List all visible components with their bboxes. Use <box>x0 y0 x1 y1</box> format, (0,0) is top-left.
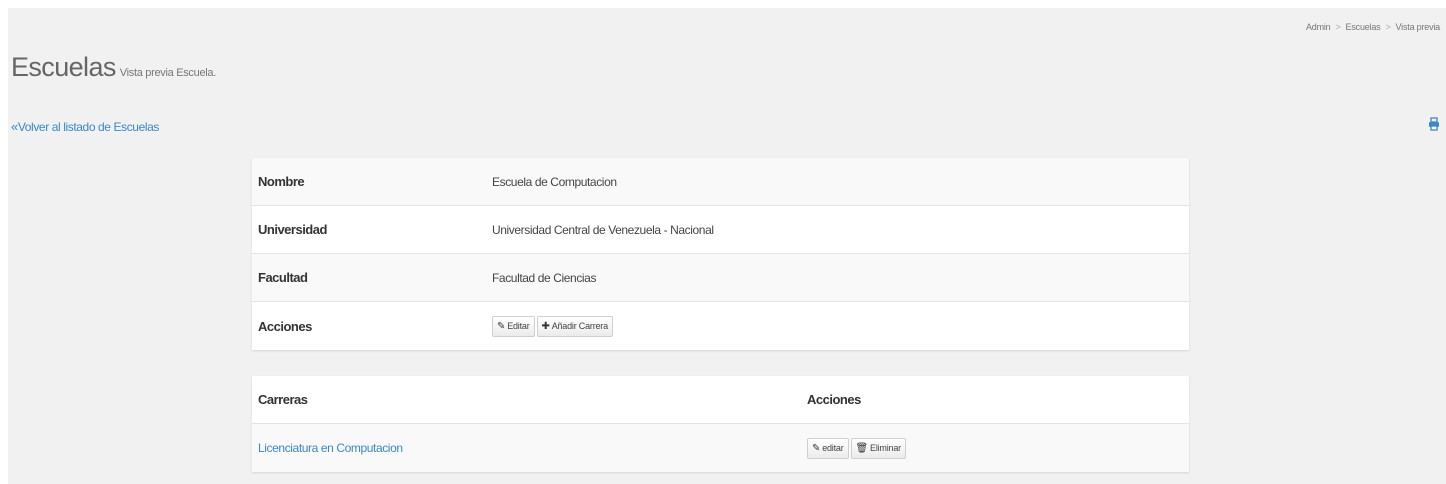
edit-button-label: Editar <box>507 321 530 331</box>
breadcrumb-admin[interactable]: Admin <box>1306 22 1331 32</box>
detail-row-facultad: Facultad Facultad de Ciencias <box>252 254 1189 302</box>
plus-icon: ✚ <box>541 320 550 332</box>
add-career-button-label: Añadir Carrera <box>551 321 608 331</box>
delete-career-button[interactable]: 🗑 Eliminar <box>850 437 906 459</box>
detail-row-universidad: Universidad Universidad Central de Venez… <box>252 206 1189 254</box>
back-link-label: Volver al listado de Escuelas <box>17 120 160 134</box>
career-actions: ✎ editar 🗑 Eliminar <box>807 437 908 459</box>
print-icon[interactable] <box>1428 117 1440 131</box>
detail-label: Universidad <box>258 222 327 237</box>
career-cell: Licenciatura en Computacion <box>252 439 807 457</box>
table-row: Licenciatura en Computacion ✎ editar 🗑 Elim… <box>252 424 1189 472</box>
school-details-table: Nombre Escuela de Computacion Universida… <box>252 158 1189 350</box>
trash-icon: 🗑 <box>855 442 869 454</box>
breadcrumb-current: Vista previa <box>1395 22 1441 32</box>
page-subtitle: Vista previa Escuela. <box>119 67 217 79</box>
detail-row-acciones: Acciones ✎ Editar ✚ Añadir Carrera <box>252 302 1189 350</box>
column-header-carreras: Carreras <box>258 392 308 407</box>
detail-value: Universidad Central de Venezuela - Nacio… <box>492 222 714 237</box>
column-header-acciones: Acciones <box>807 392 861 407</box>
detail-row-nombre: Nombre Escuela de Computacion <box>252 158 1189 206</box>
edit-icon: ✎ <box>497 320 506 332</box>
edit-career-button[interactable]: ✎ editar <box>807 437 849 459</box>
delete-career-label: Eliminar <box>870 443 901 453</box>
actions-group: ✎ Editar ✚ Añadir Carrera <box>492 315 615 337</box>
detail-label: Facultad <box>258 270 308 285</box>
back-to-list-link[interactable]: «Volver al listado de Escuelas <box>11 119 159 134</box>
edit-button[interactable]: ✎ Editar <box>492 315 535 337</box>
edit-icon: ✎ <box>812 442 821 454</box>
detail-value: Facultad de Ciencias <box>492 270 597 285</box>
careers-table-header: Carreras Acciones <box>252 376 1189 424</box>
page-title: Escuelas <box>11 52 116 82</box>
page-container: Admin > Escuelas > Vista previa Escuelas Vist… <box>8 8 1446 484</box>
edit-career-label: editar <box>822 443 844 453</box>
double-chevron-left-icon: « <box>11 119 18 134</box>
careers-table: Carreras Acciones Licenciatura en Comput… <box>252 376 1189 472</box>
page-header: Escuelas Vista previa Escuela. <box>11 52 216 83</box>
detail-label: Acciones <box>258 318 312 334</box>
breadcrumb-separator: > <box>1385 22 1391 32</box>
add-career-button[interactable]: ✚ Añadir Carrera <box>536 315 613 337</box>
breadcrumb-separator: > <box>1335 22 1341 32</box>
detail-value: Escuela de Computacion <box>492 174 617 189</box>
breadcrumb: Admin > Escuelas > Vista previa <box>1306 22 1440 32</box>
detail-label: Nombre <box>258 174 305 189</box>
career-link[interactable]: Licenciatura en Computacion <box>258 441 403 455</box>
breadcrumb-escuelas[interactable]: Escuelas <box>1346 22 1381 32</box>
